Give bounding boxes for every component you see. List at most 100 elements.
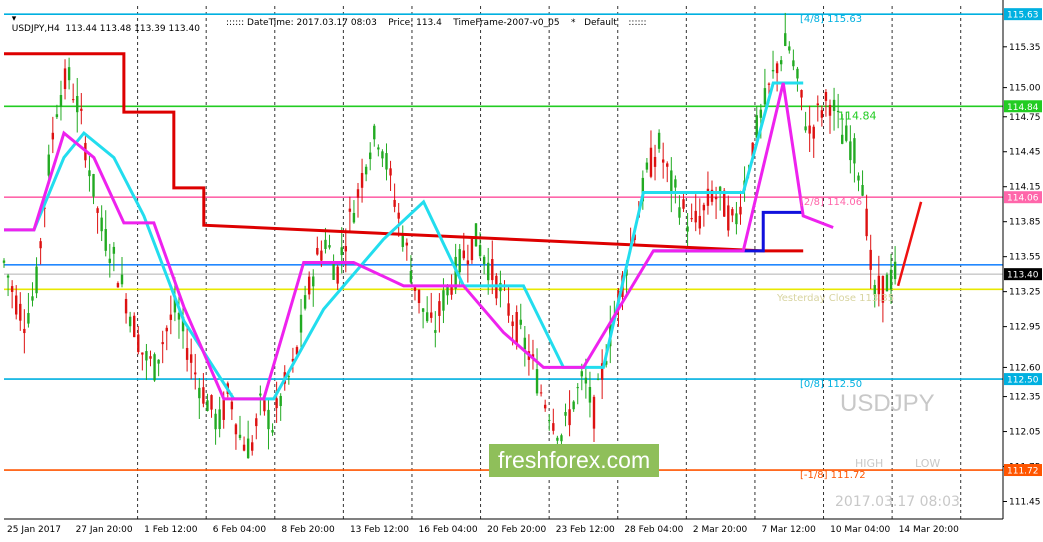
- candle-body: [832, 99, 836, 112]
- candle-body: [267, 409, 270, 430]
- y-tick-label: 114.75: [1009, 113, 1041, 123]
- candle-body: [161, 342, 164, 345]
- candle-body: [478, 245, 482, 257]
- candle-body: [15, 295, 18, 315]
- candle-body: [165, 327, 168, 332]
- candle-body: [446, 285, 449, 296]
- candle-body: [55, 114, 59, 118]
- candle-body: [889, 269, 893, 290]
- level-price-text: 115.63: [1007, 11, 1039, 21]
- candle-body: [861, 184, 864, 196]
- y-tick-label: 115.00: [1009, 84, 1041, 94]
- y-tick-label: 112.95: [1009, 323, 1041, 333]
- candle-body: [275, 398, 278, 409]
- x-tick-label: 20 Feb 20:00: [487, 525, 546, 535]
- candle-body: [698, 215, 701, 229]
- candle-body: [104, 229, 107, 251]
- candle-body: [210, 395, 213, 410]
- candle-body: [857, 175, 860, 181]
- candle-body: [251, 442, 254, 451]
- candle-body: [230, 401, 234, 410]
- candle-body: [23, 328, 26, 334]
- candle-body: [727, 205, 730, 231]
- candle-body: [568, 409, 571, 426]
- candle-body: [421, 308, 425, 312]
- candle-body: [539, 392, 543, 394]
- y-tick-label: 113.25: [1009, 288, 1041, 298]
- candle-body: [438, 301, 441, 316]
- candle-body: [588, 386, 592, 403]
- current-price-text: 113.40: [1007, 271, 1039, 281]
- candle-body: [458, 249, 461, 273]
- murrey-level-label: [-1/8] 111.72: [800, 470, 866, 481]
- candle-body: [487, 262, 490, 281]
- candle-body: [771, 69, 775, 72]
- candle-body: [788, 46, 791, 51]
- candle-body: [214, 413, 217, 430]
- y-tick-label: 115.35: [1009, 43, 1041, 53]
- x-tick-label: 10 Mar 04:00: [830, 525, 890, 535]
- indicator-info: :::::: DateTime: 2017.03.17 08:03 Price:…: [226, 18, 647, 28]
- candle-body: [470, 238, 474, 261]
- y-tick-label: 114.45: [1009, 148, 1041, 158]
- candle-body: [189, 354, 193, 363]
- candle-body: [535, 369, 539, 394]
- candle-body: [580, 371, 583, 377]
- candle-body: [775, 63, 779, 74]
- dropdown-triangle-icon[interactable]: ▾: [12, 14, 17, 24]
- candle-body: [71, 99, 75, 101]
- candle-body: [373, 125, 376, 140]
- candle-body: [425, 312, 429, 322]
- candle-body: [853, 138, 856, 164]
- candle-body: [808, 125, 811, 134]
- candle-body: [690, 218, 693, 220]
- candle-body: [507, 303, 510, 316]
- candle-body: [523, 337, 527, 350]
- candle-body: [67, 67, 71, 81]
- yesterday-close-label: Yesterday Close 113.35: [777, 293, 895, 304]
- candle-body: [222, 398, 225, 420]
- candle-body: [169, 314, 173, 320]
- candle-body: [120, 274, 124, 285]
- x-tick-label: 14 Mar 20:00: [899, 525, 959, 535]
- candle-body: [356, 189, 360, 198]
- candle-body: [702, 204, 706, 211]
- candle-body: [466, 260, 470, 265]
- candle-body: [442, 290, 445, 311]
- candle-body: [682, 199, 685, 209]
- x-tick-label: 2 Mar 20:00: [693, 525, 748, 535]
- candle-body: [63, 68, 67, 90]
- candle-body: [430, 312, 433, 318]
- candle-body: [519, 319, 522, 325]
- candle-body: [543, 404, 547, 409]
- candle-body: [19, 303, 22, 321]
- murrey-level-label: [0/8] 112.50: [800, 379, 862, 390]
- candle-body: [820, 110, 824, 118]
- candle-body: [259, 393, 262, 396]
- candle-body: [340, 247, 343, 256]
- y-tick-label: 113.85: [1009, 218, 1041, 228]
- candle-body: [434, 330, 437, 333]
- candle-body: [405, 242, 409, 246]
- murrey-level-label: [2/8] 114.06: [800, 197, 862, 208]
- candle-body: [804, 126, 807, 131]
- candle-body: [816, 103, 819, 106]
- y-tick-label: 111.45: [1009, 498, 1041, 508]
- candle-body: [893, 261, 897, 280]
- candle-body: [133, 315, 136, 338]
- candle-body: [666, 163, 669, 167]
- candle-body: [393, 199, 396, 207]
- candle-body: [137, 334, 140, 353]
- candle-body: [735, 213, 738, 225]
- candle-body: [462, 250, 465, 259]
- high-label: HIGH: [855, 457, 884, 470]
- candle-body: [80, 108, 83, 111]
- candle-body: [723, 190, 726, 217]
- candle-body: [792, 60, 795, 67]
- candle-body: [800, 90, 803, 98]
- candle-body: [31, 296, 34, 301]
- candle-body: [377, 147, 380, 150]
- y-tick-label: 112.35: [1009, 393, 1041, 403]
- candle-body: [59, 95, 63, 107]
- candle-body: [218, 409, 221, 430]
